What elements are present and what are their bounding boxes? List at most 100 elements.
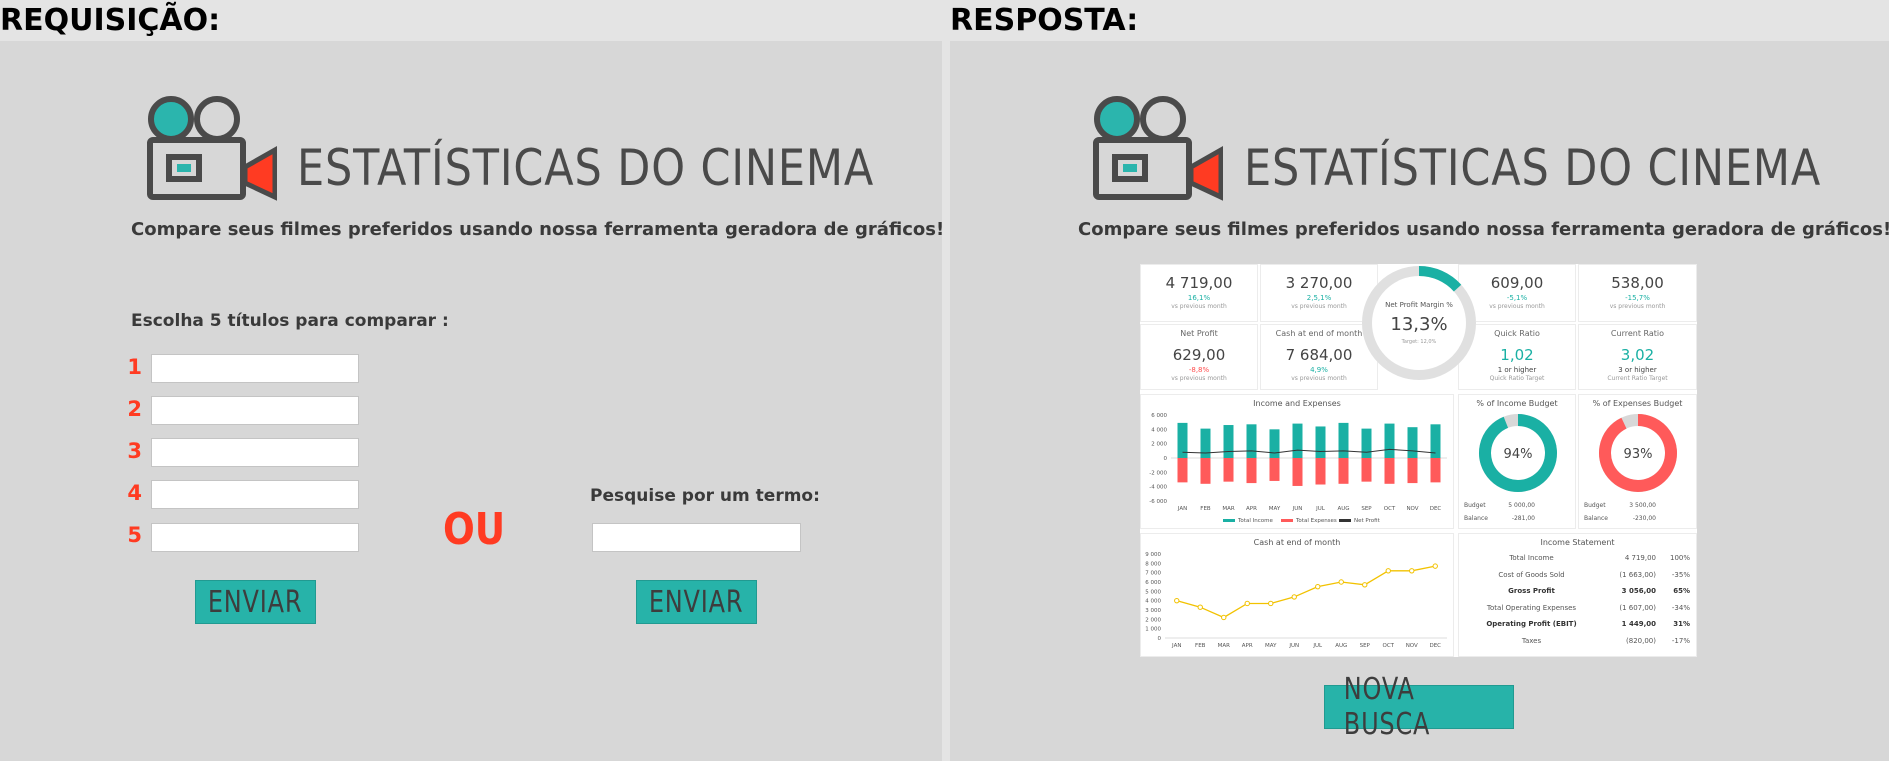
x-tick-label: OCT: [1384, 506, 1396, 512]
x-tick-label: DEC: [1429, 643, 1441, 649]
response-panel: ESTATÍSTICAS DO CINEMA Compare seus film…: [950, 41, 1889, 761]
x-tick-label: AUG: [1337, 506, 1349, 512]
income-statement-row: Total Income 4 719,00 100%: [1467, 554, 1690, 569]
cash-title: Cash at end of month: [1253, 538, 1341, 547]
income-statement-panel: Income Statement Total Income 4 719,00 100…: [1458, 533, 1697, 657]
income-statement-row: Cost of Goods Sold (1 663,00) -35%: [1467, 571, 1690, 586]
income-bar: [1223, 425, 1234, 458]
camera-logo-icon: [147, 96, 277, 201]
statement-pct: -34%: [1671, 603, 1690, 612]
y-tick-label: 9 000: [1145, 552, 1161, 558]
submit-search-label: ENVIAR: [649, 584, 744, 620]
expense-budget-donut: 93%: [1599, 414, 1677, 492]
y-tick-label: 2 000: [1145, 617, 1161, 623]
search-label: Pesquise por um termo:: [590, 486, 820, 506]
y-tick-label: 1 000: [1145, 627, 1161, 633]
title-input-3[interactable]: [151, 438, 359, 467]
statement-label: Cost of Goods Sold: [1498, 570, 1565, 579]
expense-bar: [1315, 458, 1326, 485]
income-expenses-panel: Income and Expenses 6 000 4 000 2 000 0 -2 0…: [1140, 394, 1454, 529]
kpi-value: 538,00: [1611, 274, 1664, 292]
expense-budget-value: 93%: [1624, 447, 1653, 462]
income-budget-donut: 94%: [1479, 414, 1557, 492]
kpi-change: -15,7%: [1625, 294, 1650, 302]
kpi-note: Current Ratio Target: [1607, 375, 1668, 382]
expense-bar: [1269, 458, 1280, 481]
x-tick-label: NOV: [1406, 506, 1418, 512]
kpi-card: Net Profit 629,00 -8,8% vs previous mont…: [1140, 324, 1258, 390]
search-input[interactable]: [592, 523, 801, 552]
y-tick-label: -6 000: [1149, 499, 1167, 505]
income-bar: [1200, 428, 1211, 458]
statement-pct: -17%: [1671, 636, 1690, 645]
cash-panel: Cash at end of month 9 000 8 000 7 000 6 00…: [1140, 533, 1454, 657]
statement-label: Total Operating Expenses: [1486, 603, 1577, 612]
x-tick-label: APR: [1242, 643, 1253, 649]
title-number-4: 4: [127, 481, 142, 505]
app-title: ESTATÍSTICAS DO CINEMA: [1244, 139, 1822, 197]
statement-pct: 31%: [1673, 620, 1690, 628]
x-tick-label: MAR: [1218, 643, 1231, 649]
cash-point: [1291, 594, 1297, 600]
cash-point: [1432, 563, 1438, 569]
statement-value: (820,00): [1626, 636, 1656, 645]
statement-label: Taxes: [1521, 636, 1542, 645]
income-statement-title: Income Statement: [1540, 538, 1615, 547]
legend-label: Net Profit: [1354, 518, 1381, 524]
income-budget-panel: % of Income Budget 94% Budget 5 000,00 B…: [1458, 394, 1576, 529]
camera-logo-icon: [1093, 96, 1223, 201]
new-search-button[interactable]: NOVA BUSCA: [1324, 672, 1514, 742]
income-expenses-title: Income and Expenses: [1253, 399, 1341, 408]
legend-swatch: [1223, 519, 1235, 522]
y-tick-label: 7 000: [1145, 571, 1161, 577]
y-tick-label: -4 000: [1149, 485, 1167, 491]
kpi-title: Current Ratio: [1610, 329, 1665, 338]
kpi-note: vs previous month: [1609, 303, 1666, 310]
cash-point: [1174, 597, 1180, 604]
y-tick-label: 3 000: [1145, 608, 1161, 614]
income-statement-row: Taxes (820,00) -17%: [1467, 637, 1690, 652]
submit-search-button[interactable]: ENVIAR: [636, 580, 757, 624]
expense-balance-label: Balance: [1584, 515, 1608, 522]
statement-label: Total Income: [1509, 554, 1554, 562]
expense-bar: [1361, 458, 1372, 482]
legend-label: Total Income: [1237, 518, 1273, 524]
title-input-1[interactable]: [151, 354, 359, 383]
income-budget-value: 94%: [1504, 447, 1533, 462]
title-input-5[interactable]: [151, 523, 359, 552]
y-tick-label: 2 000: [1151, 442, 1167, 448]
title-input-2[interactable]: [151, 396, 359, 425]
submit-titles-button[interactable]: ENVIAR: [195, 580, 316, 624]
expense-bar: [1246, 458, 1257, 484]
statement-label: Operating Profit (EBIT): [1486, 620, 1577, 628]
y-tick-label: 5 000: [1145, 589, 1161, 595]
title-number-1: 1: [127, 355, 142, 379]
statement-pct: 65%: [1673, 587, 1690, 595]
x-tick-label: SEP: [1361, 506, 1372, 512]
request-panel: ESTATÍSTICAS DO CINEMA Compare seus film…: [0, 41, 944, 761]
x-tick-label: JAN: [1171, 643, 1181, 649]
x-tick-label: NOV: [1406, 643, 1418, 649]
statement-pct: 100%: [1669, 554, 1690, 562]
legend-label: Total Expenses: [1295, 518, 1337, 524]
income-bar: [1292, 423, 1303, 458]
title-number-5: 5: [127, 523, 142, 547]
title-input-4[interactable]: [151, 480, 359, 509]
income-balance-label: Balance: [1464, 515, 1488, 522]
income-expenses-chart: 6 000 4 000 2 000 0 -2 000 -4 000 -6 000 JAN FEB…: [1149, 413, 1447, 524]
y-tick-label: 6 000: [1151, 413, 1167, 419]
or-label: OU: [443, 504, 506, 555]
kpi-card: 538,00 -15,7% vs previous month: [1578, 264, 1697, 322]
expense-bar: [1430, 458, 1441, 483]
response-header: RESPOSTA:: [950, 3, 1139, 38]
income-budget-amount: 5 000,00: [1508, 502, 1535, 509]
x-tick-label: JAN: [1177, 506, 1187, 512]
statement-value: 1 449,00: [1621, 620, 1656, 628]
income-bar: [1384, 423, 1395, 458]
x-tick-label: JUN: [1292, 506, 1303, 512]
x-tick-label: FEB: [1200, 506, 1211, 512]
y-tick-label: 4 000: [1145, 599, 1161, 605]
x-tick-label: MAR: [1222, 506, 1235, 512]
kpi-change: 3 or higher: [1618, 366, 1657, 374]
statement-value: 4 719,00: [1624, 554, 1656, 562]
